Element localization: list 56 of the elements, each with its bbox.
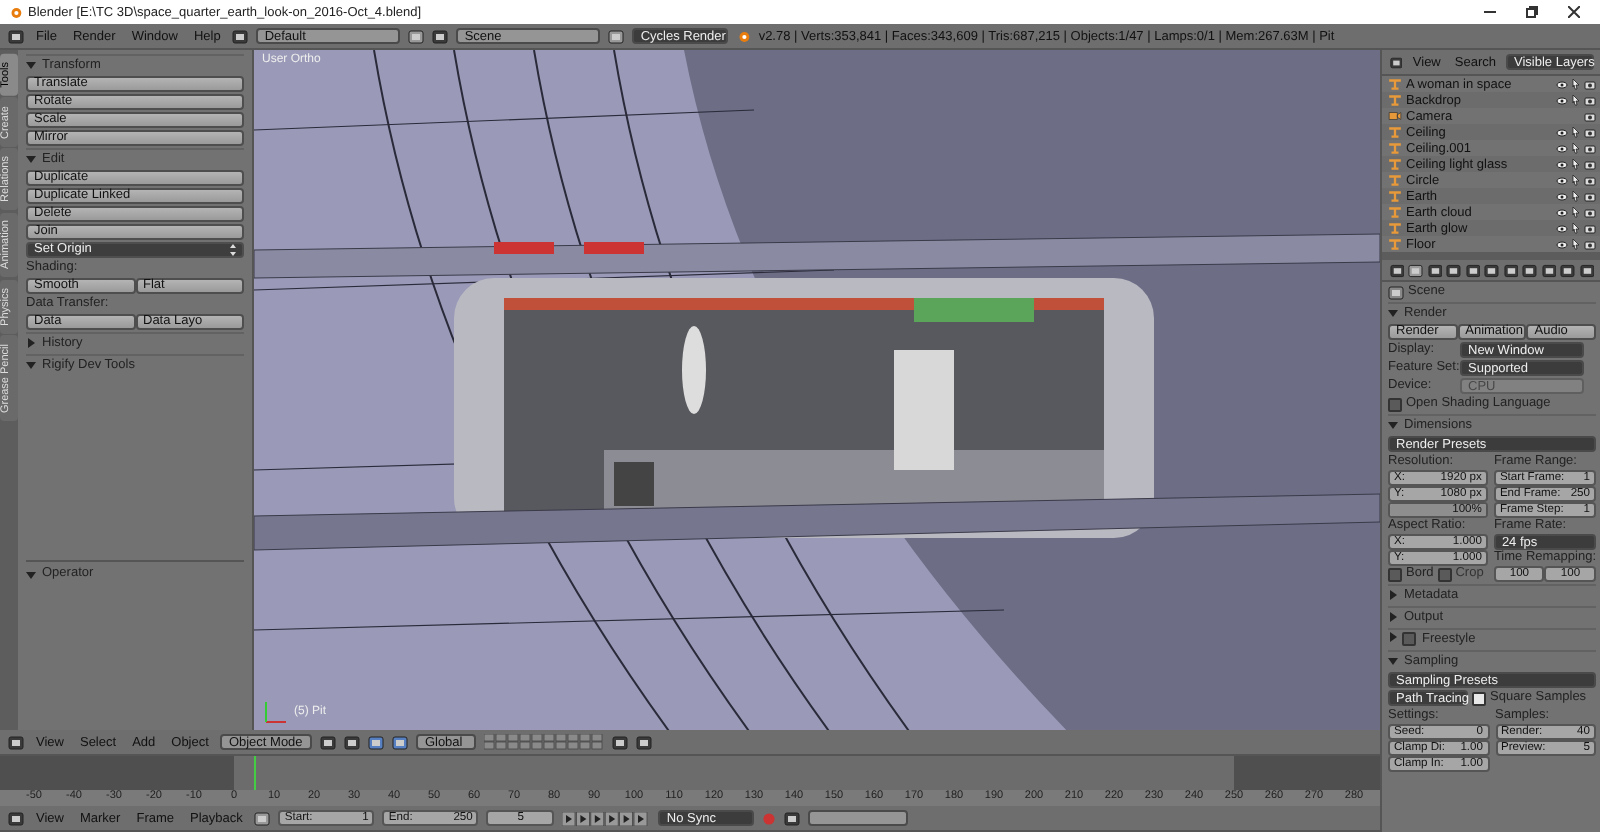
- keying-set-field[interactable]: [808, 810, 909, 826]
- mesh-object-icon: [1388, 190, 1402, 202]
- camera-icon[interactable]: [1584, 143, 1596, 153]
- eye-icon[interactable]: [1556, 239, 1568, 249]
- mesh-object-icon: [1388, 78, 1402, 90]
- disclosure-triangle-icon[interactable]: [26, 569, 36, 579]
- camera-icon[interactable]: [1584, 95, 1596, 105]
- eye-icon[interactable]: [1556, 95, 1568, 105]
- checkbox[interactable]: [1402, 632, 1416, 646]
- app-logo-icon: [8, 5, 22, 19]
- eye-icon[interactable]: [1556, 207, 1568, 217]
- checkbox[interactable]: [1472, 691, 1486, 705]
- axis-gizmo-icon: [265, 701, 287, 723]
- mesh-object-icon: [1388, 142, 1402, 154]
- eye-icon[interactable]: [1556, 143, 1568, 153]
- mesh-object-icon: [1388, 206, 1402, 218]
- disclosure-triangle-icon[interactable]: [1388, 590, 1398, 600]
- mesh-object-icon: [1388, 238, 1402, 250]
- current-frame-line: [254, 756, 256, 790]
- restore-icon[interactable]: [1526, 6, 1538, 18]
- eye-icon[interactable]: [1556, 223, 1568, 233]
- mesh-object-icon: [1388, 158, 1402, 170]
- camera-icon[interactable]: [1584, 127, 1596, 137]
- disclosure-triangle-icon[interactable]: [1388, 420, 1398, 430]
- disclosure-triangle-icon[interactable]: [1388, 656, 1398, 666]
- disclosure-triangle-icon[interactable]: [26, 60, 36, 70]
- disclosure-triangle-icon[interactable]: [1388, 308, 1398, 318]
- disclosure-triangle-icon[interactable]: [26, 360, 36, 370]
- close-icon[interactable]: [1568, 6, 1580, 18]
- eye-icon[interactable]: [1556, 159, 1568, 169]
- camera-icon[interactable]: [1584, 239, 1596, 249]
- eye-icon[interactable]: [1556, 127, 1568, 137]
- mesh-object-icon: [1388, 94, 1402, 106]
- camera-icon[interactable]: [1584, 223, 1596, 233]
- disclosure-triangle-icon[interactable]: [26, 154, 36, 164]
- eye-icon[interactable]: [1556, 191, 1568, 201]
- camera-icon[interactable]: [1584, 175, 1596, 185]
- checkbox[interactable]: [1388, 567, 1402, 581]
- minimize-icon[interactable]: [1484, 6, 1496, 18]
- mesh-object-icon: [1388, 126, 1402, 138]
- camera-icon[interactable]: [1584, 191, 1596, 201]
- camera-object-icon: [1388, 110, 1402, 122]
- mesh-object-icon: [1388, 222, 1402, 234]
- camera-icon[interactable]: [1584, 159, 1596, 169]
- camera-icon[interactable]: [1584, 79, 1596, 89]
- app-logo-icon: [736, 29, 751, 43]
- eye-icon[interactable]: [1556, 79, 1568, 89]
- up-down-arrows-icon: [230, 244, 236, 256]
- camera-icon[interactable]: [1584, 207, 1596, 217]
- checkbox[interactable]: [1437, 567, 1452, 581]
- disclosure-triangle-icon[interactable]: [26, 338, 36, 348]
- mesh-object-icon: [1388, 174, 1402, 186]
- checkbox[interactable]: [1388, 397, 1402, 411]
- camera-icon[interactable]: [1584, 111, 1596, 121]
- eye-icon[interactable]: [1556, 175, 1568, 185]
- playback-controls-icon[interactable]: [562, 811, 651, 825]
